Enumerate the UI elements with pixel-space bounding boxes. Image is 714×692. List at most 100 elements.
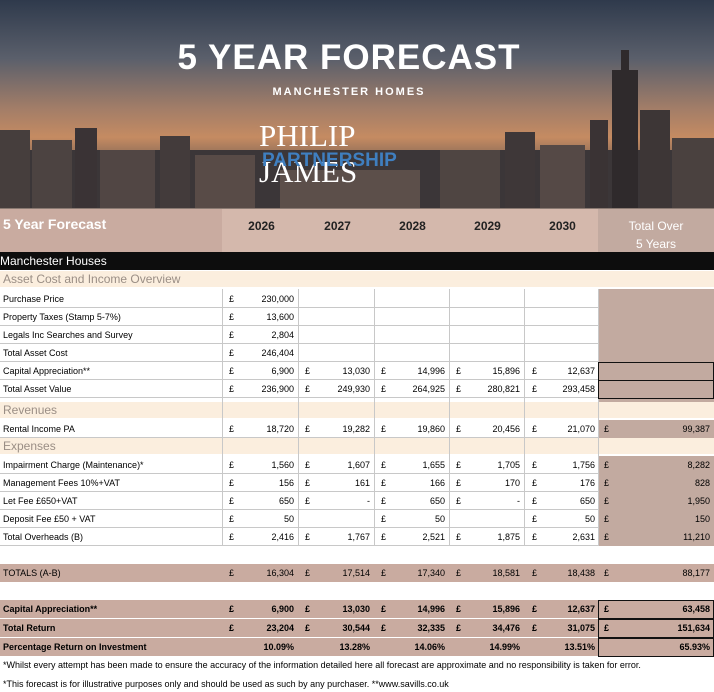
page-title: 5 YEAR FORECAST xyxy=(177,38,521,77)
currency-symbol: £ xyxy=(456,568,462,578)
year-value-cell: 50 xyxy=(434,514,445,524)
year-value-cell: 650 xyxy=(429,496,445,506)
row-label: Rental Income PA xyxy=(3,424,75,434)
year-header: 2028 xyxy=(399,219,426,233)
year-value-cell: 6,900 xyxy=(271,366,294,376)
table-header-row: 5 Year Forecast 2026 2027 2028 2029 2030… xyxy=(0,208,714,253)
year-header: 2027 xyxy=(324,219,351,233)
currency-symbol: £ xyxy=(381,568,387,578)
currency-symbol: £ xyxy=(229,348,235,358)
currency-symbol: £ xyxy=(456,532,462,542)
currency-symbol: £ xyxy=(381,478,387,488)
year-value-cell: 170 xyxy=(504,478,520,488)
year-value-cell: 1,875 xyxy=(497,532,520,542)
section-expenses-header: Expenses xyxy=(0,438,714,454)
row-label: Total Return xyxy=(3,623,56,633)
expense-row: Deposit Fee £50 + VAT £50 £50 £50 £150 xyxy=(0,510,714,528)
year-value-cell: 14.99% xyxy=(489,642,520,652)
currency-symbol: £ xyxy=(456,366,462,376)
row-label: Impairment Charge (Maintenance)* xyxy=(3,460,144,470)
currency-symbol: £ xyxy=(229,384,235,394)
currency-symbol: £ xyxy=(381,366,387,376)
year-value-cell: 15,896 xyxy=(492,366,520,376)
row-label: Purchase Price xyxy=(3,294,65,304)
year-value-cell: 50 xyxy=(584,514,595,524)
year-value-cell: 21,070 xyxy=(567,424,595,434)
year-value-cell: 650 xyxy=(278,496,294,506)
year-value-cell: 19,860 xyxy=(417,424,445,434)
year-value-cell: 1,767 xyxy=(347,532,370,542)
page-subtitle: MANCHESTER HOMES xyxy=(272,86,426,98)
revenue-row: Rental Income PA £18,720 £19,282 £19,860 £20… xyxy=(0,420,714,438)
totals-row: TOTALS (A-B) £16,304 £17,514 £17,340 £18,581… xyxy=(0,564,714,582)
total-header: Total Over 5 Years xyxy=(598,209,714,253)
currency-symbol: £ xyxy=(604,424,610,434)
year-value-cell: 17,514 xyxy=(342,568,370,578)
year-value-cell: 236,900 xyxy=(261,384,294,394)
year-value-cell: 32,335 xyxy=(417,623,445,633)
total-value-cell: 88,177 xyxy=(682,568,710,578)
currency-symbol: £ xyxy=(381,460,387,470)
row-label: Total Asset Value xyxy=(3,384,72,394)
year-value-cell: 15,896 xyxy=(492,604,520,614)
year-value-cell: 249,930 xyxy=(337,384,370,394)
year-header: 2029 xyxy=(474,219,501,233)
currency-symbol: £ xyxy=(532,366,538,376)
currency-symbol: £ xyxy=(229,424,235,434)
year-value-cell: 293,458 xyxy=(562,384,595,394)
row-label: Total Overheads (B) xyxy=(3,532,84,542)
row-label: Management Fees 10%+VAT xyxy=(3,478,120,488)
currency-symbol: £ xyxy=(381,532,387,542)
year-value-cell: 280,821 xyxy=(487,384,520,394)
year-value-cell: 264,925 xyxy=(412,384,445,394)
currency-symbol: £ xyxy=(305,366,311,376)
year-value-cell: 2,416 xyxy=(271,532,294,542)
year-value-cell: 1,607 xyxy=(347,460,370,470)
expense-row: Management Fees 10%+VAT £156 £161 £166 £170 £… xyxy=(0,474,714,492)
year-value-cell: 13,030 xyxy=(342,604,370,614)
column-divider xyxy=(524,289,525,546)
currency-symbol: £ xyxy=(229,294,235,304)
currency-symbol: £ xyxy=(532,623,538,633)
column-divider xyxy=(222,289,223,546)
currency-symbol: £ xyxy=(381,496,387,506)
currency-symbol: £ xyxy=(604,532,610,542)
total-cell-border xyxy=(598,619,714,638)
illustrative-note: *This forecast is for illustrative purpo… xyxy=(3,679,449,689)
year-value-cell: 13.51% xyxy=(564,642,595,652)
row-label: Total Asset Cost xyxy=(3,348,68,358)
year-header: 2030 xyxy=(549,219,576,233)
year-value-cell: 17,340 xyxy=(417,568,445,578)
year-value-cell: 12,637 xyxy=(567,366,595,376)
column-divider xyxy=(298,289,299,546)
column-divider xyxy=(449,289,450,546)
currency-symbol: £ xyxy=(532,496,538,506)
section-revenues-header: Revenues xyxy=(0,402,714,418)
year-value-cell: 34,476 xyxy=(492,623,520,633)
currency-symbol: £ xyxy=(305,623,311,633)
currency-symbol: £ xyxy=(532,384,538,394)
currency-symbol: £ xyxy=(229,604,235,614)
total-cell-border xyxy=(598,638,714,657)
header-banner: 5 YEAR FORECAST MANCHESTER HOMES PHILIP … xyxy=(0,0,714,208)
year-value-cell: 13,600 xyxy=(266,312,294,322)
currency-symbol: £ xyxy=(229,623,235,633)
currency-symbol: £ xyxy=(604,460,610,470)
total-value-cell: 8,282 xyxy=(687,460,710,470)
currency-symbol: £ xyxy=(381,604,387,614)
year-value-cell: 16,304 xyxy=(266,568,294,578)
year-value-cell: 650 xyxy=(579,496,595,506)
currency-symbol: £ xyxy=(456,460,462,470)
year-value-cell: 156 xyxy=(278,478,294,488)
year-value-cell: 14,996 xyxy=(417,604,445,614)
currency-symbol: £ xyxy=(532,460,538,470)
year-value-cell: 246,404 xyxy=(261,348,294,358)
year-value-cell: - xyxy=(517,496,520,506)
column-divider xyxy=(598,289,599,546)
year-value-cell: 230,000 xyxy=(261,294,294,304)
currency-symbol: £ xyxy=(305,496,311,506)
currency-symbol: £ xyxy=(305,568,311,578)
currency-symbol: £ xyxy=(456,478,462,488)
year-value-cell: 6,900 xyxy=(271,604,294,614)
year-value-cell: 13.28% xyxy=(339,642,370,652)
